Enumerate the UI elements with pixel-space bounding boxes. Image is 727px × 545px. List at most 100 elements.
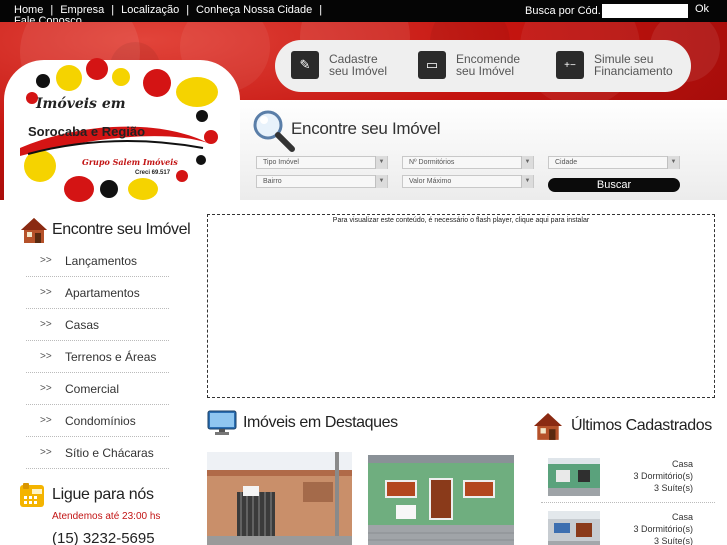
simule-financiamento-link[interactable]: +− Simule seu Financiamento <box>556 51 673 79</box>
ultimo-tipo: Casa <box>671 459 693 469</box>
logo-creci: Creci 69.517 <box>135 170 171 176</box>
bairro-value: Bairro <box>263 178 282 185</box>
arrow-icon: >> <box>40 415 52 426</box>
sidebar-header: Encontre seu Imóvel <box>20 216 191 244</box>
nav-separator: | <box>319 4 323 16</box>
ultimo-item-1[interactable]: Casa 3 Dormitório(s) 3 Suíte(s) <box>541 458 715 506</box>
nav-separator: | <box>186 4 190 16</box>
sidebar-menu: >> Lançamentos >> Apartamentos >> Casas >> T… <box>26 245 169 469</box>
arrow-icon: >> <box>40 383 52 394</box>
property-photo <box>207 452 352 545</box>
destaques-header: Imóveis em Destaques <box>207 410 398 436</box>
encomende-line2: seu Imóvel <box>456 64 515 78</box>
ligue-header: Ligue para nós <box>18 481 154 509</box>
logo-dot <box>56 65 82 91</box>
logo-dot <box>86 58 108 80</box>
destaque-photo-2[interactable] <box>368 455 514 545</box>
search-title: Encontre seu Imóvel <box>291 119 441 138</box>
cidade-value: Cidade <box>555 159 578 166</box>
valor-maximo-value: Valor Máximo <box>409 178 452 185</box>
arrow-icon: >> <box>40 319 52 330</box>
destaques-title: Imóveis em Destaques <box>243 414 398 431</box>
calculator-icon: +− <box>556 51 584 79</box>
sidebar-item-lancamentos[interactable]: >> Lançamentos <box>26 245 169 277</box>
valor-maximo-select[interactable]: Valor Máximo ▼ <box>402 175 534 188</box>
ultimos-header: Últimos Cadastrados <box>533 411 712 441</box>
phone-number: (15) 3232-5695 <box>52 530 155 545</box>
flash-message[interactable]: Para visualizar este conteúdo, é necessá… <box>208 217 714 224</box>
logo-dot <box>112 68 130 86</box>
house-icon <box>21 218 47 243</box>
ultimo-suites: 3 Suíte(s) <box>653 536 693 545</box>
logo-dot <box>143 69 171 97</box>
encomende-imovel-link[interactable]: ▭ Encomende seu Imóvel <box>418 51 520 79</box>
chevron-down-icon: ▼ <box>375 156 387 169</box>
house-icon <box>534 413 562 440</box>
divider <box>541 502 715 503</box>
flash-placeholder[interactable]: Para visualizar este conteúdo, é necessá… <box>207 214 715 398</box>
cidade-select[interactable]: Cidade ▼ <box>548 156 680 169</box>
logo-dot <box>128 178 158 200</box>
ultimos-title: Últimos Cadastrados <box>571 417 712 434</box>
dormitorios-select[interactable]: Nº Dormitórios ▼ <box>402 156 534 169</box>
nav-localizacao[interactable]: Localização <box>121 4 179 16</box>
arrow-icon: >> <box>40 351 52 362</box>
tipo-imovel-value: Tipo Imóvel <box>263 159 299 166</box>
sidebar-item-casas[interactable]: >> Casas <box>26 309 169 341</box>
sidebar-item-label: Condomínios <box>65 413 136 428</box>
cadastre-imovel-link[interactable]: ✎ Cadastre seu Imóvel <box>291 51 387 79</box>
monitor-icon <box>207 410 237 435</box>
sidebar-item-label: Casas <box>65 317 100 332</box>
buscar-button[interactable]: Buscar <box>548 178 680 192</box>
logo-dot <box>100 180 118 198</box>
chevron-down-icon: ▼ <box>521 175 533 188</box>
ultimo-suites: 3 Suíte(s) <box>653 483 693 493</box>
sidebar-title: Encontre seu Imóvel <box>52 221 191 238</box>
edit-icon: ✎ <box>291 51 319 79</box>
ultimo-thumb <box>548 458 600 496</box>
chevron-down-icon: ▼ <box>375 175 387 188</box>
monitor-icon: ▭ <box>418 51 446 79</box>
ultimo-thumb <box>548 511 600 545</box>
sidebar-item-label: Apartamentos <box>65 285 140 300</box>
sidebar-item-label: Lançamentos <box>65 253 138 268</box>
nav-conheca-cidade[interactable]: Conheça Nossa Cidade <box>196 4 312 16</box>
sidebar-item-terrenos[interactable]: >> Terrenos e Áreas <box>26 341 169 373</box>
ultimo-dormitorios: 3 Dormitório(s) <box>633 524 693 534</box>
ultimo-tipo: Casa <box>671 512 693 522</box>
destaque-photo-1[interactable] <box>207 452 352 545</box>
sidebar-item-label: Terrenos e Áreas <box>65 349 157 364</box>
arrow-icon: >> <box>40 255 52 266</box>
sidebar-item-comercial[interactable]: >> Comercial <box>26 373 169 405</box>
ultimo-item-2[interactable]: Casa 3 Dormitório(s) 3 Suíte(s) <box>541 511 715 545</box>
arrow-icon: >> <box>40 447 52 458</box>
ultimo-dormitorios: 3 Dormitório(s) <box>633 471 693 481</box>
property-photo <box>368 455 514 545</box>
chevron-down-icon: ▼ <box>667 156 679 169</box>
chevron-down-icon: ▼ <box>521 156 533 169</box>
simule-line2: Financiamento <box>594 64 673 78</box>
logo-line2: Sorocaba e Região <box>28 124 146 139</box>
tipo-imovel-select[interactable]: Tipo Imóvel ▼ <box>256 156 388 169</box>
atendimento-horario: Atendemos até 23:00 hs <box>52 511 161 522</box>
property-photo <box>548 458 600 496</box>
busca-ok-button[interactable]: Ok <box>695 3 709 15</box>
sidebar-item-apartamentos[interactable]: >> Apartamentos <box>26 277 169 309</box>
logo-dot <box>64 176 94 202</box>
cadastre-line2: seu Imóvel <box>329 64 388 78</box>
logo-subtitle: Grupo Salem Imóveis <box>82 157 178 167</box>
logo-dot <box>176 77 218 107</box>
sidebar-item-sitio-chacaras[interactable]: >> Sítio e Chácaras <box>26 437 169 469</box>
dormitorios-value: Nº Dormitórios <box>409 159 455 166</box>
sidebar-item-condominios[interactable]: >> Condomínios <box>26 405 169 437</box>
arrow-icon: >> <box>40 287 52 298</box>
bairro-select[interactable]: Bairro ▼ <box>256 175 388 188</box>
busca-codigo-label: Busca por Cód. <box>525 5 601 17</box>
sidebar-item-label: Sítio e Chácaras <box>65 445 154 460</box>
busca-codigo-input[interactable] <box>602 4 688 18</box>
logo-dot <box>36 74 50 88</box>
ligue-title: Ligue para nós <box>52 486 154 503</box>
phone-icon <box>20 483 44 507</box>
property-photo <box>548 511 600 545</box>
sidebar-item-label: Comercial <box>65 381 120 396</box>
